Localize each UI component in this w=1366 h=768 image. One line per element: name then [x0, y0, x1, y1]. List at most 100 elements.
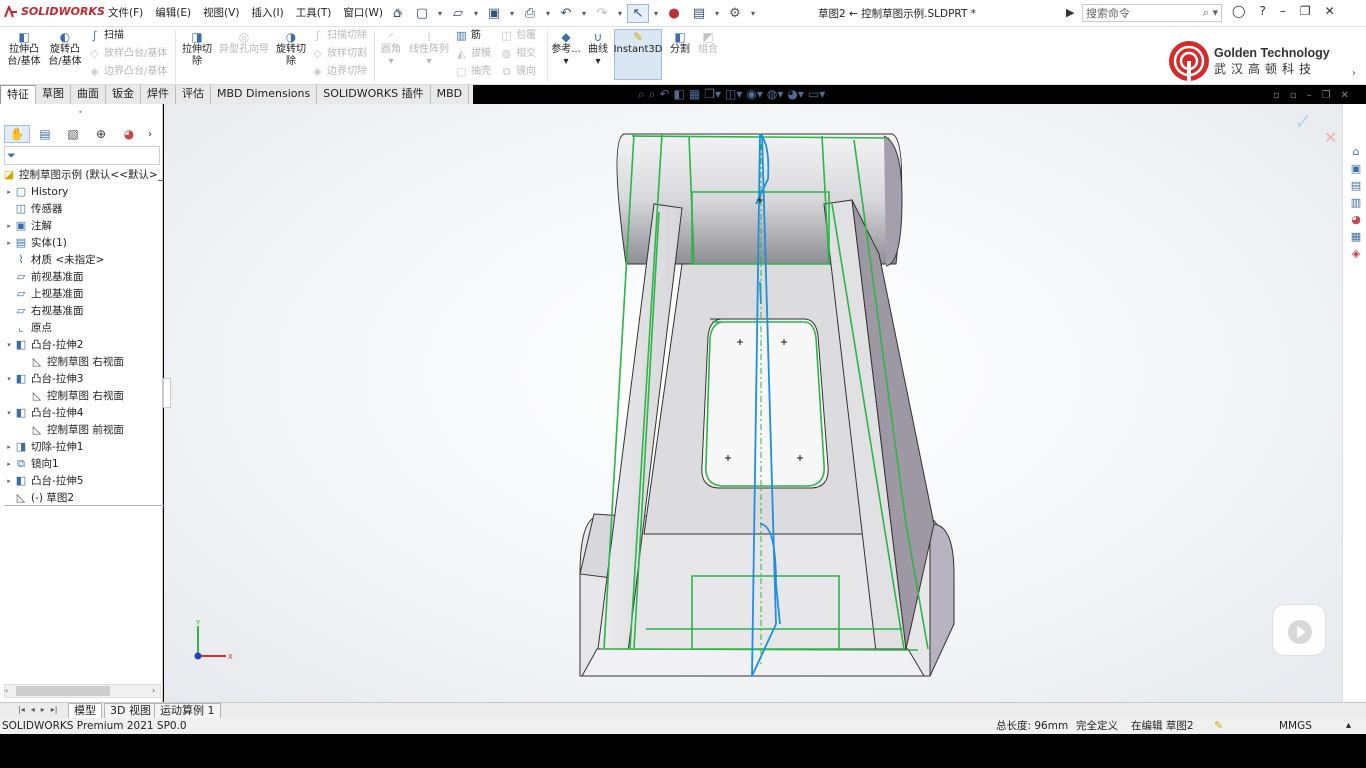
menu-view[interactable]: 视图(V) [197, 6, 245, 21]
configuration-manager-tab-icon[interactable]: ▧ [60, 125, 86, 143]
tree-item[interactable]: ▾ ◧ 凸台-拉伸3 [4, 370, 83, 387]
tree-item[interactable]: ◺ 控制草图 右视面 [20, 387, 124, 404]
traffic-light-icon[interactable]: ● [663, 4, 685, 23]
rib-button[interactable]: ▥ 筋 [455, 27, 491, 45]
menu-file[interactable]: 文件(F) [102, 6, 149, 21]
instant3d-button[interactable]: ✎ Instant3D [614, 29, 662, 80]
mirror-button[interactable]: ⧉ 镜向 [500, 63, 536, 81]
viewport-close-icon[interactable]: ✕ [1341, 90, 1349, 101]
boundary-cut-button[interactable]: ◈ 边界切除 [311, 63, 367, 81]
tree-item[interactable]: ⌇ 材质 <未指定> [4, 251, 104, 268]
tree-expand-toggle[interactable]: ▸ [4, 443, 14, 451]
rebuild-icon[interactable]: ✎ [1214, 718, 1223, 734]
scroll-left-arrow-icon[interactable]: ‹ [5, 686, 8, 695]
tab-solidworks-addins[interactable]: SOLIDWORKS 插件 [317, 85, 431, 104]
restore-window-icon[interactable]: ❐ [1300, 4, 1311, 18]
tree-item[interactable]: ▸ ▣ 注解 [4, 217, 52, 234]
tree-expand-toggle[interactable]: ▾ [4, 375, 14, 383]
display-style-icon[interactable]: ◫▾ [725, 87, 742, 102]
task-pane-resources-icon[interactable]: ▣ [1349, 161, 1363, 175]
tree-item[interactable]: ▸ ▤ 实体(1) [4, 234, 67, 251]
first-tab-icon[interactable]: |◂ [18, 705, 25, 714]
tree-expand-toggle[interactable]: ▸ [4, 188, 14, 196]
select-dropdown-icon[interactable]: ▾ [652, 9, 660, 18]
property-manager-tab-icon[interactable]: ▤ [32, 125, 58, 143]
tree-expand-toggle[interactable]: ▸ [4, 222, 14, 230]
save-icon[interactable]: ▣ [483, 4, 505, 23]
hole-wizard-button[interactable]: ◎ 异型孔向导 [216, 30, 272, 56]
task-pane-home-icon[interactable]: ⌂ [1349, 144, 1363, 158]
undo-icon[interactable]: ↶ [555, 4, 577, 23]
fillet-button[interactable]: ◜ 圆角 ▾ [378, 30, 404, 68]
tree-item[interactable]: ▾ ◧ 凸台-拉伸4 [4, 404, 83, 421]
reference-geometry-button[interactable]: ◆ 参考... ▾ [551, 30, 581, 68]
tree-item[interactable]: ◺ 控制草图 前视面 [20, 421, 124, 438]
reference-dropdown-icon[interactable]: ▾ [563, 56, 568, 68]
sweep-button[interactable]: ∫ 扫描 [88, 27, 167, 45]
tree-item[interactable]: ◫ 传感器 [4, 200, 63, 217]
user-account-icon[interactable]: ◯ [1232, 4, 1245, 18]
menu-edit[interactable]: 编辑(E) [149, 6, 197, 21]
options-gear-icon[interactable]: ⚙ [724, 4, 746, 23]
prev-tab-icon[interactable]: ◂ [31, 705, 35, 714]
ribbon-collapse-icon[interactable]: › [1352, 68, 1356, 79]
3d-view-tab[interactable]: 3D 视图 [104, 703, 157, 719]
solidworks-forum-icon[interactable]: ◈ [1349, 246, 1363, 260]
split-button[interactable]: ◧ 分割 [668, 30, 692, 56]
tree-item[interactable]: ▸ ⧉ 镜向1 [4, 455, 58, 472]
open-icon[interactable]: ▱ [447, 4, 469, 23]
redo-icon[interactable]: ↷ [591, 4, 613, 23]
revolve-cut-button[interactable]: ◑ 旋转切除 [273, 30, 309, 68]
viewport-minimize-icon[interactable]: – [1307, 90, 1312, 101]
redo-dropdown-icon[interactable]: ▾ [616, 9, 624, 18]
tree-item[interactable]: ◪ 控制草图示例 (默认<<默认>_ [2, 166, 163, 183]
tree-item[interactable]: ⌞ 原点 [4, 319, 52, 336]
magnifier-icon[interactable]: ⌕ ▾ [1203, 6, 1221, 20]
scroll-right-arrow-icon[interactable]: › [152, 686, 155, 695]
linear-pattern-button[interactable]: ⁞ 线性阵列 ▾ [406, 30, 452, 68]
solidworks-logo[interactable]: SOLIDWORKS [4, 5, 105, 18]
tree-item[interactable]: ◺ 控制草图 右视面 [20, 353, 124, 370]
file-properties-icon[interactable]: ▤ [688, 4, 710, 23]
motion-study-tab[interactable]: 运动算例 1 [154, 703, 221, 719]
tree-item[interactable]: ▸ ▢ History [4, 183, 68, 200]
shell-button[interactable]: ▢ 抽壳 [455, 63, 491, 81]
tab-sketch[interactable]: 草图 [36, 85, 71, 104]
model-tab[interactable]: 模型 [68, 703, 102, 719]
undo-dropdown-icon[interactable]: ▾ [580, 9, 588, 18]
viewport-split-icon[interactable]: ▫ [1290, 90, 1297, 101]
tree-expand-toggle[interactable]: ▸ [4, 477, 14, 485]
tab-evaluate[interactable]: 评估 [176, 85, 211, 104]
tree-item[interactable]: ▸ ◨ 切除-拉伸1 [4, 438, 83, 455]
edit-appearance-icon[interactable]: ◍▾ [767, 87, 784, 102]
boundary-boss-button[interactable]: ◈ 边界凸台/基体 [88, 63, 167, 81]
minimize-window-icon[interactable]: – [1280, 4, 1286, 18]
new-doc-icon[interactable]: ▢ [411, 4, 433, 23]
custom-properties-icon[interactable]: ▦ [1349, 229, 1363, 243]
zoom-to-area-icon[interactable]: ⌕ [649, 87, 656, 102]
combine-button[interactable]: ◩ 组合 [696, 30, 720, 56]
tab-surfaces[interactable]: 曲面 [71, 85, 106, 104]
design-library-icon[interactable]: ▤ [1349, 178, 1363, 192]
view-settings-icon[interactable]: ▭▾ [808, 87, 825, 102]
menu-window[interactable]: 窗口(W) [337, 6, 389, 21]
view-orientation-icon[interactable]: ❒▾ [704, 87, 721, 102]
loft-button[interactable]: ◇ 放样凸台/基体 [88, 45, 167, 63]
tab-mbd-dimensions[interactable]: MBD Dimensions [211, 85, 318, 104]
tab-features[interactable]: 特征 [0, 85, 36, 104]
command-search-icon[interactable]: ▶ [1066, 6, 1074, 19]
dimxpert-manager-tab-icon[interactable]: ⊕ [88, 125, 114, 143]
revolve-boss-button[interactable]: ◐ 旋转凸台/基体 [46, 30, 84, 68]
tree-filter-input[interactable]: ⏷ [4, 146, 160, 165]
extrude-cut-button[interactable]: ◨ 拉伸切除 [179, 30, 215, 68]
menu-tools[interactable]: 工具(T) [290, 6, 338, 21]
properties-dropdown-icon[interactable]: ▾ [713, 9, 721, 18]
print-icon[interactable]: ⎙ [519, 4, 541, 23]
tree-expand-toggle[interactable]: ▸ [4, 239, 14, 247]
unit-dropdown-icon[interactable]: ▴ [1346, 718, 1351, 734]
last-tab-icon[interactable]: ▸| [51, 705, 58, 714]
confirm-ok-icon[interactable]: ✓ [1294, 110, 1312, 135]
fillet-dropdown-icon[interactable]: ▾ [388, 56, 393, 68]
tree-scroll-thumb[interactable] [16, 686, 110, 696]
panel-splitter[interactable] [163, 378, 171, 408]
